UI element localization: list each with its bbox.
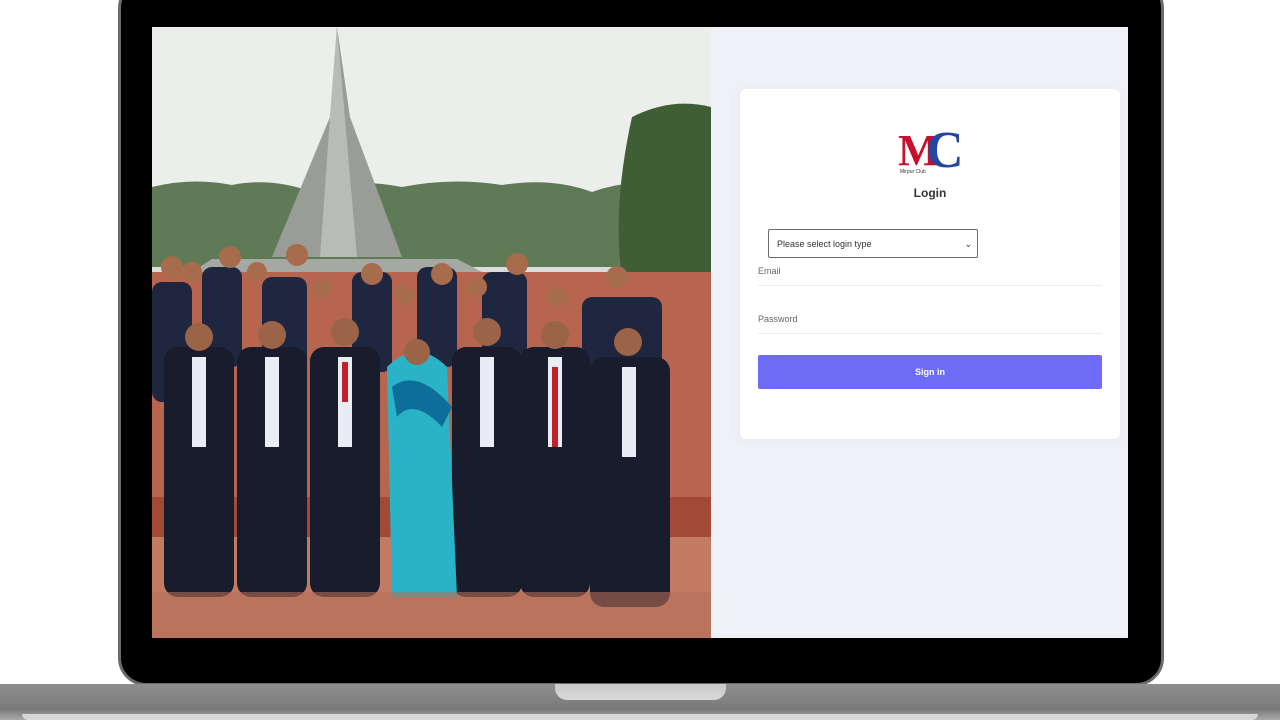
laptop-base-edge — [22, 714, 1258, 720]
login-card: M C Mirpur Club Login Please select logi… — [740, 89, 1120, 439]
group-photo — [152, 27, 711, 638]
login-type-select-value: Please select login type — [777, 238, 872, 249]
chevron-down-icon: ⌄ — [964, 239, 972, 249]
sign-in-button[interactable]: Sign in — [758, 355, 1102, 389]
password-label: Password — [758, 314, 798, 324]
login-type-select[interactable]: Please select login type ⌄ — [768, 229, 978, 258]
email-label: Email — [758, 266, 781, 276]
logo-subtext: Mirpur Club — [900, 169, 926, 175]
email-field[interactable]: Email — [758, 266, 1102, 286]
club-logo: M C Mirpur Club — [896, 122, 966, 181]
password-field[interactable]: Password — [758, 314, 1102, 334]
group-photo-illustration — [152, 27, 711, 638]
laptop-screen: M C Mirpur Club Login Please select logi… — [152, 27, 1128, 638]
login-panel: M C Mirpur Club Login Please select logi… — [711, 27, 1128, 638]
laptop-notch — [555, 684, 726, 700]
login-title: Login — [913, 186, 947, 200]
logo-letter-c: C — [926, 122, 964, 179]
laptop-mockup: M C Mirpur Club Login Please select logi… — [0, 0, 1280, 720]
